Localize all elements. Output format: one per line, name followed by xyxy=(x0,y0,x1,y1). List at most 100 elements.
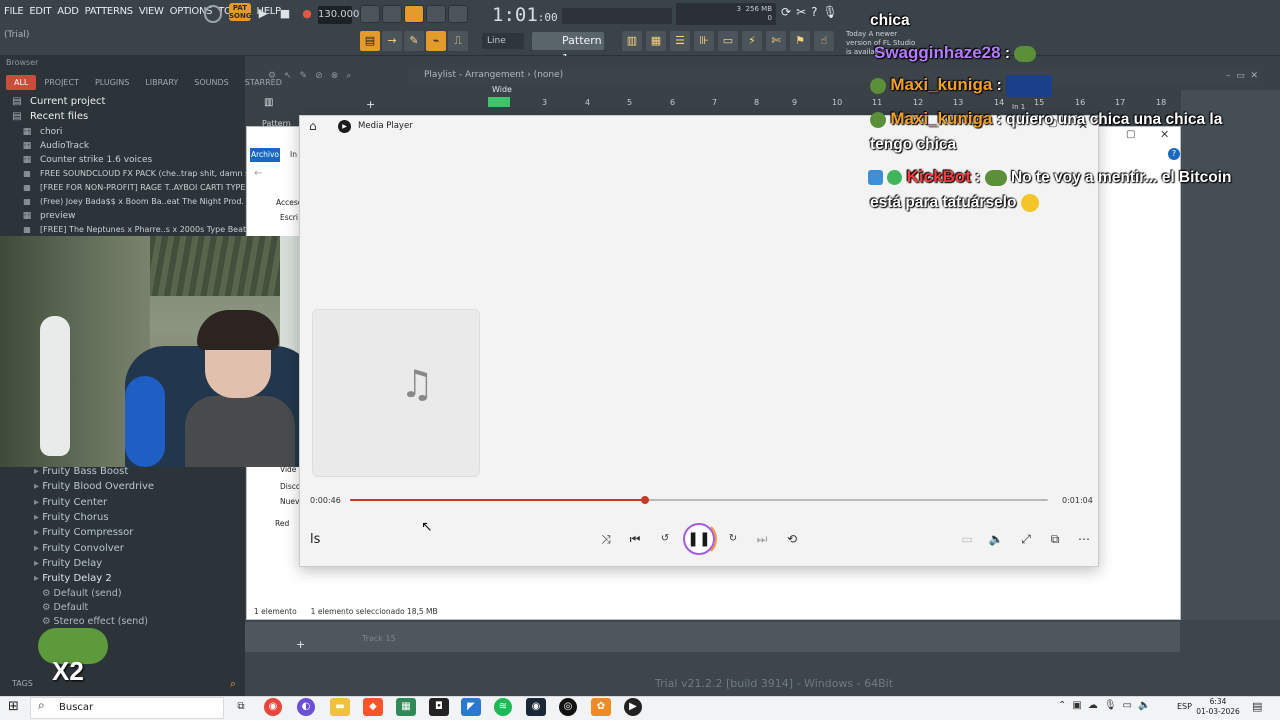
recent-file[interactable]: ▦ FREE SOUNDCLOUD FX PACK (che..trap shit… xyxy=(22,169,252,178)
tab-library[interactable]: LIBRARY xyxy=(137,75,186,90)
skip-forward-30-icon[interactable]: ↻ xyxy=(723,530,743,548)
cut-icon[interactable]: ✄ xyxy=(766,31,786,51)
subtitles-icon[interactable]: ▭ xyxy=(957,530,977,548)
tab-all[interactable]: ALL xyxy=(6,75,37,90)
speaker-icon[interactable]: 🔈 xyxy=(1138,700,1150,711)
stamp-icon[interactable]: ⎍ xyxy=(448,31,468,51)
menu-add[interactable]: ADD xyxy=(57,6,79,17)
mixer-icon[interactable]: ▥ xyxy=(622,31,642,51)
plugin-item[interactable]: Fruity Delay xyxy=(34,558,102,569)
plug-icon[interactable]: ⚑ xyxy=(790,31,810,51)
obs-icon[interactable]: ◎ xyxy=(559,698,577,716)
recent-file[interactable]: ▦ [FREE] The Neptunes x Pharre..s x 2000s… xyxy=(22,225,252,234)
spotify-icon[interactable]: ≋ xyxy=(494,698,512,716)
nav-item[interactable]: Red xyxy=(275,519,289,528)
nav-item[interactable]: Disco xyxy=(280,482,300,491)
file-explorer-icon[interactable]: ▬ xyxy=(330,698,350,716)
track-label[interactable]: Track 15 xyxy=(362,634,396,643)
tab-project[interactable]: PROJECT xyxy=(36,75,87,90)
plugin-item[interactable]: Fruity Chorus xyxy=(34,512,108,523)
plugin-item[interactable]: Fruity Compressor xyxy=(34,527,133,538)
seek-bar[interactable] xyxy=(350,496,1048,504)
pencil-tool-icon[interactable]: ✎ xyxy=(300,71,308,81)
app-icon[interactable]: ◐ xyxy=(297,698,315,716)
brush-icon[interactable]: ✎ xyxy=(404,31,424,51)
plugin-item[interactable]: Fruity Delay 2 xyxy=(34,573,112,584)
arrow-icon[interactable]: → xyxy=(382,31,402,51)
preset-item[interactable]: Default (send) xyxy=(42,588,122,599)
pause-button[interactable]: ❚❚ xyxy=(683,523,715,555)
display-icon[interactable]: ▭ xyxy=(1123,700,1132,711)
shuffle-icon[interactable]: ⤨ xyxy=(596,530,616,548)
brave-icon[interactable]: ◆ xyxy=(363,698,383,716)
mute-tool-icon[interactable]: ⊗ xyxy=(331,71,339,81)
nav-item[interactable]: Escri xyxy=(280,213,298,222)
menu-patterns[interactable]: PATTERNS xyxy=(85,6,134,17)
wait-icon[interactable] xyxy=(382,5,402,23)
preset-item[interactable]: Stereo effect (send) xyxy=(42,616,148,627)
recent-file[interactable]: ▦ chori xyxy=(22,127,252,137)
taskbar-search[interactable]: Buscar xyxy=(30,697,224,719)
recent-file[interactable]: ▦ [FREE FOR NON-PROFIT] RAGE T..AYBOI CAR… xyxy=(22,183,252,192)
playlist-tool-icon[interactable]: ▤ xyxy=(360,31,380,51)
stop-icon[interactable]: ■ xyxy=(276,5,294,23)
network-icon[interactable]: ☁ xyxy=(1088,700,1098,711)
calendar-icon[interactable]: ▦ xyxy=(396,698,416,716)
snap-select[interactable]: Line xyxy=(482,33,524,49)
zoom-tool-icon[interactable]: ⌕ xyxy=(346,71,351,81)
tray-app-icon[interactable]: ▣ xyxy=(1072,700,1081,711)
browser-recent-files[interactable]: ▤ Recent files xyxy=(12,111,242,122)
skip-back-10-icon[interactable]: ↺ xyxy=(655,530,675,548)
repeat-icon[interactable]: ⟲ xyxy=(782,530,802,548)
refresh-icon[interactable]: ⟳ xyxy=(781,5,791,19)
restore-icon[interactable]: ▭ xyxy=(1236,71,1245,81)
step-edit-icon[interactable] xyxy=(426,5,446,23)
timeline-ruler[interactable]: 2 3 4 5 6 7 8 9 10 11 12 13 14 15 16 17 … xyxy=(420,98,1250,108)
tab-sounds[interactable]: SOUNDS xyxy=(186,75,236,90)
next-icon[interactable]: ⏭ xyxy=(752,530,772,548)
home-icon[interactable]: ⌂ xyxy=(309,119,317,133)
plugin-item[interactable]: Fruity Convolver xyxy=(34,543,124,554)
tab-starred[interactable]: STARRED xyxy=(237,75,290,90)
plugin-item[interactable]: Fruity Center xyxy=(34,497,107,508)
playhead-marker[interactable] xyxy=(488,97,510,107)
pat-song-toggle[interactable]: PAT SONG xyxy=(229,3,252,21)
epic-icon[interactable]: ◘ xyxy=(429,698,449,716)
eq-icon[interactable]: ⊪ xyxy=(694,31,714,51)
loop-record-icon[interactable] xyxy=(448,5,468,23)
recent-file[interactable]: ▦ preview xyxy=(22,211,252,221)
piano-icon[interactable]: ▥ xyxy=(264,97,273,108)
help-icon[interactable]: ? xyxy=(811,5,817,19)
browser-current-project[interactable]: ▤ Current project xyxy=(12,96,242,107)
plugin-icon[interactable]: ⚡ xyxy=(742,31,762,51)
touch-icon[interactable]: ☝ xyxy=(814,31,834,51)
explorer-help-icon[interactable]: ? xyxy=(1168,148,1180,160)
volume-icon[interactable]: 🔈 xyxy=(986,530,1006,548)
plugin-item[interactable]: Fruity Blood Overdrive xyxy=(34,481,154,492)
countdown-icon[interactable] xyxy=(404,5,424,23)
language-indicator[interactable]: ESP xyxy=(1177,702,1192,711)
more-options-icon[interactable]: ⋯ xyxy=(1074,530,1094,548)
delete-tool-icon[interactable]: ⊘ xyxy=(315,71,323,81)
explorer-archivo-tab[interactable]: Archivo xyxy=(250,148,280,162)
metronome-icon[interactable] xyxy=(360,5,380,23)
tempo-display[interactable]: 130.000 xyxy=(318,6,359,24)
add-track-icon[interactable]: + xyxy=(296,638,305,651)
browser-icon[interactable]: ▭ xyxy=(718,31,738,51)
windows-start-icon[interactable]: ⊞ xyxy=(8,699,19,714)
taskbar-clock[interactable]: 6:34 01-03-2026 xyxy=(1196,697,1240,717)
mini-player-icon[interactable]: ⧉ xyxy=(1045,530,1065,548)
pattern-selector[interactable]: Pattern 1 xyxy=(532,32,604,65)
previous-icon[interactable]: ⏮ xyxy=(625,530,645,548)
piano-roll-icon[interactable]: ▦ xyxy=(646,31,666,51)
notification-icon[interactable]: ▤ xyxy=(1252,700,1262,713)
store-icon[interactable]: ◤ xyxy=(461,698,481,716)
link-icon[interactable]: ⌁ xyxy=(426,31,446,51)
explorer-close-icon[interactable]: ✕ xyxy=(1160,128,1169,141)
add-track-icon[interactable]: + xyxy=(366,98,375,111)
preset-item[interactable]: Default xyxy=(42,602,89,613)
record-icon[interactable]: ● xyxy=(298,5,316,23)
tools-icon[interactable]: ✂ xyxy=(796,5,806,19)
channel-rack-icon[interactable]: ☰ xyxy=(670,31,690,51)
play-icon[interactable]: ▶ xyxy=(254,5,272,23)
